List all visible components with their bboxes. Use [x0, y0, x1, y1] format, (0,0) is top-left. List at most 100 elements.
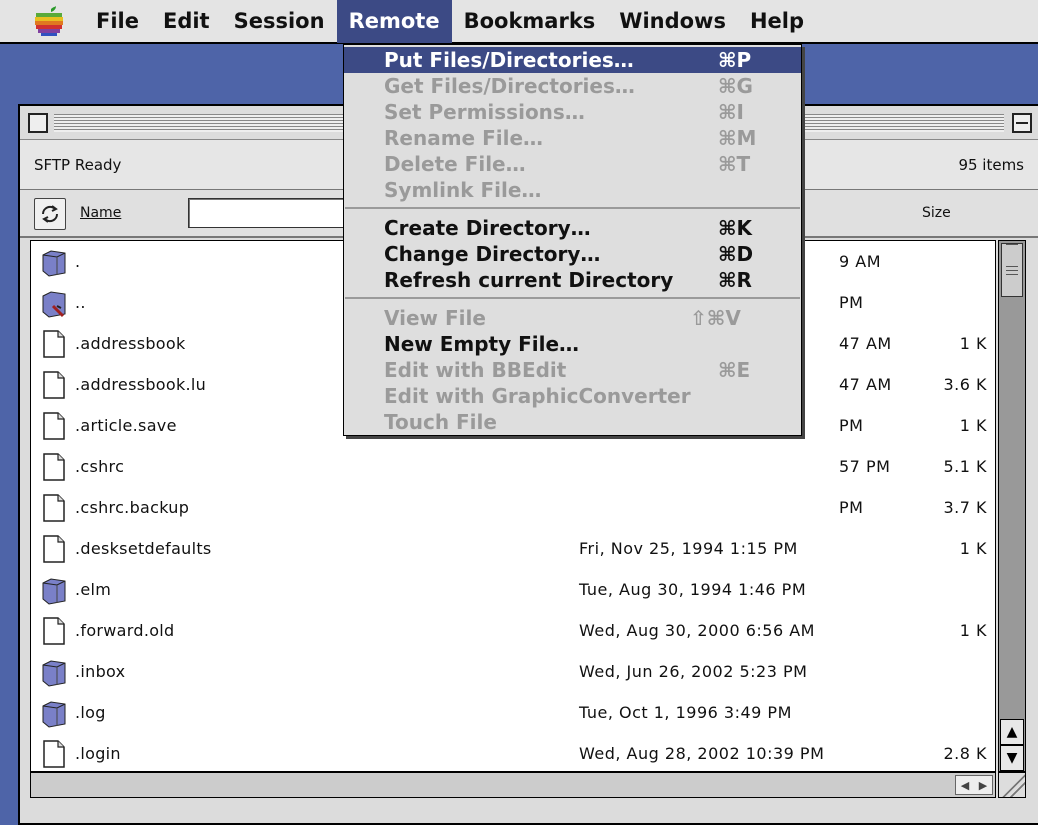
- menu-item-label: Delete File…: [384, 152, 526, 176]
- file-date: 57 PM: [839, 457, 891, 476]
- menu-item-shortcut: ⇧⌘V: [690, 306, 741, 330]
- scroll-right-arrow-icon[interactable]: ▶: [979, 779, 987, 792]
- file-row[interactable]: .cshrc.backup PM 3.7 K: [31, 487, 997, 528]
- refresh-button[interactable]: [34, 198, 66, 230]
- menu-item-shortcut: ⌘M: [718, 126, 757, 150]
- file-icon: [41, 493, 67, 523]
- file-date: 47 AM: [839, 375, 892, 394]
- file-name: ..: [75, 293, 86, 312]
- menu-item-shortcut: ⌘E: [718, 358, 751, 382]
- menu-item[interactable]: Create Directory… ⌘K: [344, 215, 801, 241]
- menu-separator: [345, 297, 800, 299]
- file-name: .login: [75, 744, 121, 763]
- menu-item-label: Edit with BBEdit: [384, 358, 567, 382]
- file-name: .addressbook: [75, 334, 186, 353]
- scroll-thumb[interactable]: [1001, 243, 1023, 297]
- horizontal-scrollbar[interactable]: ◀ ▶: [30, 772, 996, 798]
- file-date: Wed, Jun 26, 2002 5:23 PM: [579, 662, 808, 681]
- file-name: .elm: [75, 580, 112, 599]
- menu-item[interactable]: Edit with GraphicConverter: [344, 383, 801, 409]
- file-size: 1 K: [959, 334, 987, 353]
- file-name: .desksetdefaults: [75, 539, 212, 558]
- file-row[interactable]: .inbox Wed, Jun 26, 2002 5:23 PM: [31, 651, 997, 692]
- menu-bookmarks[interactable]: Bookmarks: [452, 0, 608, 43]
- menu-item[interactable]: Set Permissions… ⌘I: [344, 99, 801, 125]
- file-date: PM: [839, 416, 864, 435]
- menu-item[interactable]: Edit with BBEdit ⌘E: [344, 357, 801, 383]
- file-date: 9 AM: [839, 252, 882, 271]
- file-row[interactable]: .log Tue, Oct 1, 1996 3:49 PM: [31, 692, 997, 733]
- file-name: .cshrc: [75, 457, 125, 476]
- menu-item[interactable]: Change Directory… ⌘D: [344, 241, 801, 267]
- file-name: .log: [75, 703, 106, 722]
- file-row[interactable]: .desksetdefaults Fri, Nov 25, 1994 1:15 P…: [31, 528, 997, 569]
- status-text: SFTP Ready: [34, 156, 122, 174]
- folder-icon: [41, 247, 67, 277]
- menu-item-label: Put Files/Directories…: [384, 48, 634, 72]
- menu-item-shortcut: ⌘K: [718, 216, 753, 240]
- file-date: Wed, Aug 30, 2000 6:56 AM: [579, 621, 815, 640]
- file-name: .cshrc.backup: [75, 498, 190, 517]
- file-row[interactable]: .login Wed, Aug 28, 2002 10:39 PM 2.8 K: [31, 733, 997, 774]
- resize-grip-icon[interactable]: [998, 772, 1026, 798]
- file-size: 1 K: [959, 539, 987, 558]
- file-size: 3.7 K: [943, 498, 987, 517]
- menu-item[interactable]: View File ⇧⌘V: [344, 305, 801, 331]
- file-size: 1 K: [959, 621, 987, 640]
- refresh-icon: [41, 205, 59, 223]
- file-size: 1 K: [959, 416, 987, 435]
- apple-menu-icon[interactable]: [30, 6, 68, 36]
- item-count: 95 items: [958, 156, 1024, 174]
- menu-file[interactable]: File: [84, 0, 151, 43]
- file-date: Tue, Oct 1, 1996 3:49 PM: [579, 703, 792, 722]
- file-icon: [41, 411, 67, 441]
- vertical-scrollbar[interactable]: ▲ ▼: [998, 240, 1026, 772]
- menu-item-label: New Empty File…: [384, 332, 580, 356]
- menu-item-shortcut: ⌘R: [718, 268, 752, 292]
- menu-item-label: Get Files/Directories…: [384, 74, 635, 98]
- menu-item-label: Refresh current Directory: [384, 268, 674, 292]
- menu-separator: [345, 207, 800, 209]
- menu-item[interactable]: Delete File… ⌘T: [344, 151, 801, 177]
- file-row[interactable]: .elm Tue, Aug 30, 1994 1:46 PM: [31, 569, 997, 610]
- menu-item[interactable]: Refresh current Directory ⌘R: [344, 267, 801, 293]
- filter-input[interactable]: [188, 198, 352, 228]
- file-name: .inbox: [75, 662, 126, 681]
- menu-item[interactable]: Rename File… ⌘M: [344, 125, 801, 151]
- scroll-up-arrow-icon[interactable]: ▲: [1000, 719, 1024, 745]
- menu-session[interactable]: Session: [222, 0, 337, 43]
- menu-item-shortcut: ⌘D: [718, 242, 754, 266]
- menu-bar: File Edit Session Remote Bookmarks Windo…: [0, 0, 1038, 44]
- menu-item-shortcut: ⌘P: [718, 48, 752, 72]
- file-row[interactable]: .cshrc 57 PM 5.1 K: [31, 446, 997, 487]
- file-row[interactable]: .forward.old Wed, Aug 30, 2000 6:56 AM 1 K: [31, 610, 997, 651]
- menu-remote[interactable]: Remote: [336, 0, 452, 43]
- menu-item-label: Symlink File…: [384, 178, 542, 202]
- menu-edit[interactable]: Edit: [151, 0, 222, 43]
- menu-item[interactable]: Get Files/Directories… ⌘G: [344, 73, 801, 99]
- column-name-header[interactable]: Name: [80, 205, 121, 221]
- menu-item[interactable]: Touch File: [344, 409, 801, 435]
- horizontal-scroll-arrows[interactable]: ◀ ▶: [955, 775, 993, 795]
- file-size: 2.8 K: [943, 744, 987, 763]
- menu-item-label: Touch File: [384, 410, 497, 434]
- file-size: 3.6 K: [943, 375, 987, 394]
- menu-item-label: Rename File…: [384, 126, 544, 150]
- menu-item[interactable]: Put Files/Directories… ⌘P: [344, 47, 801, 73]
- column-size-header[interactable]: Size: [922, 205, 951, 221]
- menu-windows[interactable]: Windows: [607, 0, 738, 43]
- folder-icon: [41, 698, 67, 728]
- file-icon: [41, 534, 67, 564]
- file-name: .forward.old: [75, 621, 175, 640]
- menu-item-label: Change Directory…: [384, 242, 601, 266]
- menu-item[interactable]: Symlink File…: [344, 177, 801, 203]
- file-size: 5.1 K: [943, 457, 987, 476]
- scroll-down-arrow-icon[interactable]: ▼: [1000, 745, 1024, 771]
- close-box-icon[interactable]: [28, 113, 48, 133]
- menu-help[interactable]: Help: [738, 0, 816, 43]
- scroll-left-arrow-icon[interactable]: ◀: [961, 779, 969, 792]
- folder-icon: [41, 657, 67, 687]
- menu-item-label: Edit with GraphicConverter: [384, 384, 691, 408]
- collapse-box-icon[interactable]: [1012, 113, 1032, 133]
- menu-item[interactable]: New Empty File…: [344, 331, 801, 357]
